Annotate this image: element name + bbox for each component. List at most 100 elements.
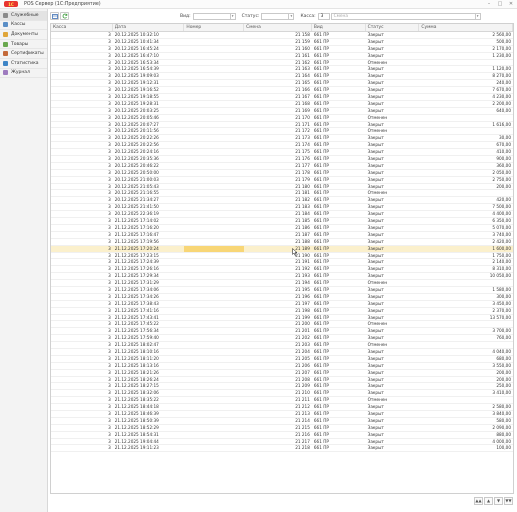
table-row[interactable]: 3 20.12.2025 21:34:27 21 182 661 ПР Закрыт 42… (51, 197, 513, 205)
list-settings-button[interactable] (50, 12, 59, 20)
table-row[interactable]: 3 21.12.2025 18:11:20 21 205 661 ПР Закрыт 68… (51, 356, 513, 363)
table-row[interactable]: 3 21.12.2025 17:14:02 21 185 661 ПР Закрыт 6 … (51, 218, 513, 225)
table-row[interactable]: 3 21.12.2025 17:38:43 21 197 661 ПР Закрыт 3 … (51, 301, 513, 308)
table-row[interactable]: 3 21.12.2025 17:23:15 21 190 661 ПР Закрыт 1 … (51, 253, 513, 260)
cell-status: Закрыт (367, 417, 384, 423)
filter-kassa-field[interactable]: 3 (317, 12, 330, 20)
chevron-down-icon[interactable]: ▾ (474, 13, 480, 19)
table-row[interactable]: 3 21.12.2025 18:44:18 21 212 661 ПР Закрыт 2 … (51, 404, 513, 411)
table-row[interactable]: 3 20.12.2025 19:12:31 21 165 661 ПР Закрыт 24… (51, 80, 513, 88)
sidebar-item[interactable]: Документы (0, 30, 47, 40)
refresh-button[interactable] (60, 12, 69, 20)
sidebar-item[interactable]: Служебные (0, 11, 47, 21)
column-header-date[interactable]: Дата (113, 24, 185, 31)
cell-status: Закрыт (367, 431, 384, 437)
table-row[interactable]: 3 21.12.2025 19:04:44 21 217 661 ПР Закрыт 4 … (51, 439, 513, 446)
table-row[interactable]: 3 20.12.2025 20:35:36 21 176 661 ПР Закрыт 90… (51, 156, 513, 163)
table-row[interactable]: 3 21.12.2025 17:56:34 21 201 661 ПР Закрыт 3 … (51, 328, 513, 336)
table-row[interactable]: 3 20.12.2025 19:18:55 21 167 661 ПР Закрыт 4 … (51, 94, 513, 101)
table-row[interactable]: 3 20.12.2025 19:09:03 21 164 661 ПР Закрыт 8 … (51, 73, 513, 81)
column-header-number[interactable]: Номер (184, 24, 245, 31)
column-header-vid[interactable]: Вид (312, 24, 366, 31)
table-row[interactable]: 3 21.12.2025 17:34:26 21 196 661 ПР Закрыт 30… (51, 294, 513, 301)
sidebar-item-label: Кассы (11, 22, 26, 28)
table-row[interactable]: 3 20.12.2025 16:45:24 21 160 661 ПР Закрыт 2 … (51, 46, 513, 53)
table-row[interactable]: 3 20.12.2025 20:05:46 21 170 661 ПР Отменен (51, 115, 513, 122)
cell-kassa: 3 (108, 376, 111, 382)
filter-vid-field[interactable]: ▾ (192, 12, 236, 20)
table-row[interactable]: 3 21.12.2025 17:16:20 21 186 661 ПР Закрыт 5 … (51, 225, 513, 232)
table-row[interactable]: 3 21.12.2025 17:29:34 21 193 661 ПР Закрыт 10… (51, 273, 513, 281)
table-row[interactable]: 3 20.12.2025 20:24:16 21 175 661 ПР Закрыт 41… (51, 149, 513, 157)
table-row[interactable]: 3 21.12.2025 17:34:06 21 195 661 ПР Закрыт 1 … (51, 287, 513, 294)
table-row[interactable]: 3 20.12.2025 20:50:00 21 178 661 ПР Закрыт 2 … (51, 170, 513, 177)
table-row[interactable]: 3 21.12.2025 18:46:39 21 213 661 ПР Закрыт 3 … (51, 411, 513, 418)
table-row[interactable]: 3 21.12.2025 18:54:31 21 216 661 ПР Закрыт 88… (51, 432, 513, 439)
table-row[interactable]: 3 21.12.2025 17:31:29 21 194 661 ПР Отменен (51, 280, 513, 287)
sidebar-item[interactable]: Статистика (0, 59, 47, 69)
table-row[interactable]: 3 21.12.2025 18:32:06 21 210 661 ПР Закрыт 3 … (51, 390, 513, 398)
table-row[interactable]: 3 20.12.2025 22:36:19 21 184 661 ПР Закрыт 4 … (51, 211, 513, 219)
maximize-button[interactable]: □ (497, 1, 503, 8)
go-first-button[interactable]: ▲▲ (474, 497, 483, 505)
table-row[interactable]: 3 21.12.2025 18:27:15 21 209 661 ПР Закрыт 25… (51, 383, 513, 391)
cell-number (184, 273, 244, 279)
cell-sum: 200,00 (496, 376, 511, 382)
table-row[interactable]: 3 20.12.2025 20:46:22 21 177 661 ПР Закрыт 36… (51, 163, 513, 170)
table-row[interactable]: 3 21.12.2025 17:19:56 21 188 661 ПР Закрыт 2 … (51, 239, 513, 246)
column-header-smena[interactable]: Смена (244, 24, 312, 31)
page-up-button[interactable]: ▲ (484, 497, 493, 505)
table-row[interactable]: 3 21.12.2025 17:59:40 21 202 661 ПР Закрыт 76… (51, 335, 513, 343)
table-row[interactable]: 3 20.12.2025 19:28:31 21 168 661 ПР Закрыт 2 … (51, 101, 513, 108)
table-row[interactable]: 3 21.12.2025 17:43:41 21 199 661 ПР Закрыт 13… (51, 315, 513, 322)
table-row[interactable]: 3 21.12.2025 18:10:16 21 204 661 ПР Закрыт 4 … (51, 349, 513, 356)
table-row[interactable]: 3 21.12.2025 17:41:16 21 198 661 ПР Закрыт 2 … (51, 308, 513, 315)
table-row[interactable]: 3 20.12.2025 20:11:56 21 172 661 ПР Отменен (51, 128, 513, 136)
table-row[interactable]: 3 21.12.2025 18:26:24 21 208 661 ПР Закрыт 20… (51, 377, 513, 384)
table-row[interactable]: 3 21.12.2025 17:20:24 21 189 661 ПР Закрыт 1 … (51, 245, 513, 253)
table-row[interactable]: 3 20.12.2025 21:00:03 21 179 661 ПР Закрыт 2 … (51, 177, 513, 184)
table-row[interactable]: 3 20.12.2025 10:32:10 21 158 661 ПР Закрыт 2 … (51, 32, 513, 39)
table-row[interactable]: 3 21.12.2025 17:16:47 21 187 661 ПР Закрыт 3 … (51, 232, 513, 239)
table-row[interactable]: 3 21.12.2025 17:26:16 21 192 661 ПР Закрыт 8 … (51, 266, 513, 274)
minimize-button[interactable]: – (486, 1, 492, 8)
table-row[interactable]: 3 20.12.2025 16:54:39 21 163 661 ПР Закрыт 1 … (51, 66, 513, 74)
table-row[interactable]: 3 21.12.2025 17:24:39 21 191 661 ПР Закрыт 2 … (51, 259, 513, 267)
table-row[interactable]: 3 21.12.2025 17:45:22 21 200 661 ПР Отменен (51, 321, 513, 329)
go-last-button[interactable]: ▼▼ (504, 497, 513, 505)
cell-smena: 21 207 (295, 369, 310, 375)
table-row[interactable]: 3 20.12.2025 20:22:56 21 174 661 ПР Закрыт 67… (51, 142, 513, 150)
table-row[interactable]: 3 20.12.2025 10:41:34 21 159 661 ПР Закрыт 50… (51, 39, 513, 46)
table-row[interactable]: 3 20.12.2025 16:47:10 21 161 661 ПР Закрыт 1 … (51, 53, 513, 60)
filter-status-field[interactable]: ▾ (261, 12, 295, 20)
table-row[interactable]: 3 21.12.2025 18:13:16 21 206 661 ПР Закрыт 3 … (51, 363, 513, 370)
table-row[interactable]: 3 20.12.2025 21:16:55 21 181 661 ПР Отменен (51, 190, 513, 198)
sidebar-item[interactable]: Товары (0, 40, 47, 50)
cell-sum: 30,00 (499, 135, 511, 141)
table-row[interactable]: 3 21.12.2025 18:02:47 21 203 661 ПР Отменен (51, 342, 513, 349)
table-row[interactable]: 3 21.12.2025 18:21:26 21 207 661 ПР Закрыт 20… (51, 370, 513, 377)
table-row[interactable]: 3 21.12.2025 18:50:39 21 214 661 ПР Закрыт 58… (51, 418, 513, 425)
cell-status: Закрыт (367, 107, 384, 113)
column-header-kassa[interactable]: Касса (51, 24, 113, 31)
sidebar-item[interactable]: Сертификаты (0, 49, 47, 59)
table-row[interactable]: 3 20.12.2025 16:53:34 21 162 661 ПР Отменен (51, 60, 513, 67)
filter-smena-field[interactable]: Смена ▾ (330, 12, 481, 20)
column-header-status[interactable]: Статус (366, 24, 420, 31)
table-row[interactable]: 3 20.12.2025 20:03:25 21 169 661 ПР Закрыт 64… (51, 108, 513, 115)
table-row[interactable]: 3 20.12.2025 19:16:52 21 166 661 ПР Закрыт 7 … (51, 87, 513, 95)
table-row[interactable]: 3 20.12.2025 21:05:43 21 180 661 ПР Закрыт 20… (51, 184, 513, 191)
chevron-down-icon[interactable]: ▾ (229, 13, 235, 19)
chevron-down-icon[interactable]: ▾ (288, 13, 293, 19)
column-header-sum[interactable]: Сумма (419, 24, 513, 31)
sidebar-item[interactable]: Журнал (0, 69, 47, 79)
table-row[interactable]: 3 21.12.2025 18:35:22 21 211 661 ПР Отменен (51, 397, 513, 405)
table-row[interactable]: 3 20.12.2025 20:07:27 21 171 661 ПР Закрыт 1 … (51, 122, 513, 129)
page-down-button[interactable]: ▼ (494, 497, 503, 505)
table-row[interactable]: 3 20.12.2025 21:41:50 21 183 661 ПР Закрыт 7 … (51, 204, 513, 212)
sidebar-item[interactable]: Кассы (0, 21, 47, 31)
table-row[interactable]: 3 21.12.2025 19:11:23 21 218 661 ПР Закрыт 10… (51, 445, 513, 453)
table-row[interactable]: 3 21.12.2025 18:52:29 21 215 661 ПР Закрыт 2 … (51, 425, 513, 432)
close-button[interactable]: ✕ (508, 1, 514, 8)
table-row[interactable]: 3 20.12.2025 20:22:26 21 173 661 ПР Закрыт 30… (51, 135, 513, 143)
